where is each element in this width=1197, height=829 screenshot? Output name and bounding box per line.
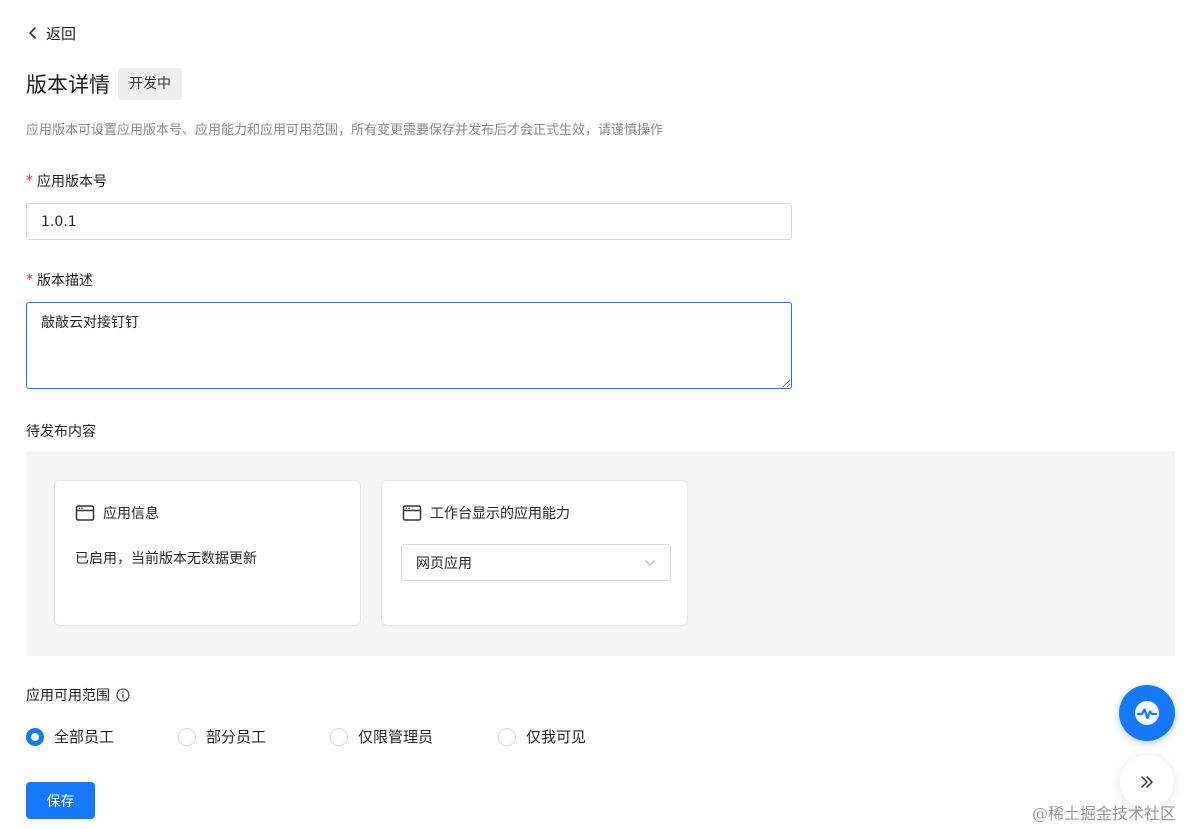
app-info-card-header: 应用信息 [75, 503, 159, 523]
capability-select-value: 网页应用 [416, 555, 472, 572]
app-info-card-title: 应用信息 [103, 506, 159, 522]
title-row: 版本详情 开发中 [26, 68, 182, 100]
window-icon [75, 505, 95, 521]
scope-option-label: 全部员工 [54, 728, 115, 746]
scope-option-partial[interactable]: 部分员工 [178, 726, 266, 747]
description-textarea[interactable]: 敲敲云对接钉钉 [26, 302, 792, 389]
save-button[interactable]: 保存 [26, 782, 95, 819]
radio-checked[interactable] [26, 727, 44, 746]
radio-unchecked[interactable] [178, 727, 196, 746]
pending-content-panel: 应用信息 已启用，当前版本无数据更新 工作台显示的应用能力 网页应用 [26, 451, 1175, 656]
scope-label-text: 应用可用范围 [26, 688, 110, 704]
pending-section-label: 待发布内容 [26, 421, 96, 441]
app-info-card: 应用信息 已启用，当前版本无数据更新 [54, 480, 361, 626]
scope-option-label: 部分员工 [206, 728, 267, 746]
required-mark: * [26, 173, 33, 189]
radio-unchecked[interactable] [330, 727, 348, 746]
chevron-left-icon [29, 27, 36, 39]
description-label: * 版本描述 [26, 270, 93, 290]
window-icon [402, 505, 422, 521]
back-link[interactable]: 返回 [26, 22, 76, 44]
assistant-float-button[interactable] [1119, 685, 1175, 741]
capability-select[interactable]: 网页应用 [401, 544, 671, 581]
workbench-capability-card-title: 工作台显示的应用能力 [430, 506, 570, 522]
status-badge: 开发中 [118, 68, 182, 100]
back-label: 返回 [46, 24, 77, 43]
version-label: * 应用版本号 [26, 171, 107, 191]
page-description: 应用版本可设置应用版本号、应用能力和应用可用范围，所有变更需要保存并发布后才会正… [26, 123, 664, 138]
description-label-text: 版本描述 [37, 273, 93, 289]
double-chevron-right-icon [1141, 776, 1153, 788]
pending-section-label-text: 待发布内容 [26, 424, 96, 440]
scope-option-label: 仅我可见 [526, 728, 587, 746]
version-input[interactable] [26, 203, 792, 240]
version-detail-page: 返回 版本详情 开发中 应用版本可设置应用版本号、应用能力和应用可用范围，所有变… [0, 0, 1197, 829]
radio-unchecked[interactable] [498, 727, 516, 746]
workbench-capability-card-header: 工作台显示的应用能力 [402, 503, 570, 523]
assistant-icon [1135, 701, 1159, 725]
scope-option-admins[interactable]: 仅限管理员 [330, 726, 433, 747]
chevron-down-icon [645, 559, 655, 566]
required-mark: * [26, 272, 33, 288]
scope-option-label: 仅限管理员 [358, 728, 434, 746]
info-icon[interactable] [116, 688, 130, 702]
workbench-capability-card: 工作台显示的应用能力 网页应用 [381, 480, 688, 626]
scope-option-all[interactable]: 全部员工 [26, 726, 114, 747]
page-title: 版本详情 [26, 73, 110, 97]
version-label-text: 应用版本号 [37, 174, 107, 190]
scope-label: 应用可用范围 [26, 685, 130, 705]
scope-option-self[interactable]: 仅我可见 [498, 726, 586, 747]
app-info-card-text: 已启用，当前版本无数据更新 [75, 551, 257, 567]
watermark: @稀土掘金技术社区 [1032, 804, 1177, 823]
